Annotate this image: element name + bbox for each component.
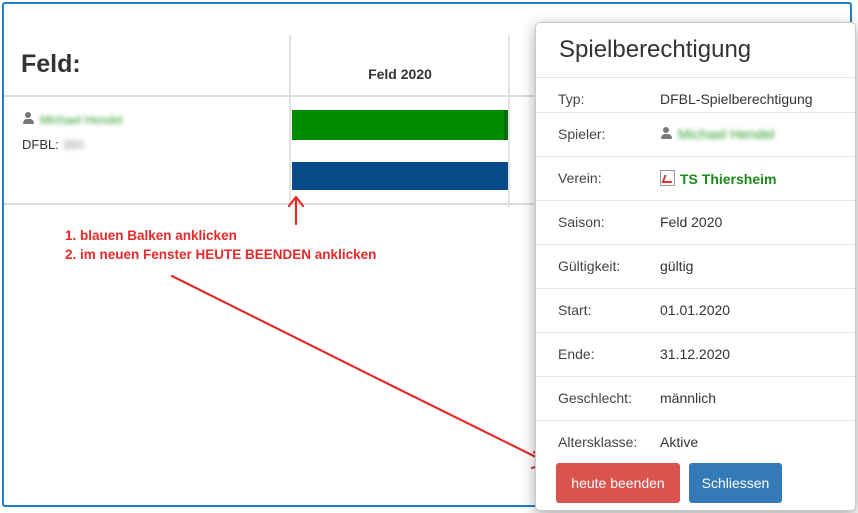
row-label: Ende: — [558, 346, 595, 362]
row-start: Start: 01.01.2020 — [536, 288, 855, 333]
row-value: männlich — [660, 390, 717, 406]
row-label: Altersklasse: — [558, 434, 638, 450]
page-title: Feld: — [21, 50, 81, 78]
row-label: Verein: — [558, 170, 602, 186]
row-value: Feld 2020 — [660, 214, 723, 230]
row-gender: Geschlecht: männlich — [536, 376, 855, 421]
club-link[interactable]: TS Thiersheim — [680, 171, 776, 187]
row-end: Ende: 31.12.2020 — [536, 332, 855, 377]
row-value: Aktive — [660, 434, 699, 450]
club-logo-icon — [660, 170, 675, 186]
dfbl-label: DFBL: — [22, 137, 59, 152]
row-label: Gültigkeit: — [558, 258, 621, 274]
row-club: Verein: TS Thiersheim — [536, 156, 855, 201]
row-label: Geschlecht: — [558, 390, 632, 406]
eligibility-dialog: Spielberechtigung Typ: DFBL-Spielberecht… — [535, 22, 856, 511]
dialog-title: Spielberechtigung — [559, 36, 752, 63]
person-icon — [22, 112, 35, 125]
eligibility-bar-green[interactable] — [292, 110, 508, 140]
column-divider — [289, 35, 291, 207]
person-icon — [660, 127, 673, 140]
row-player: Spieler: Michael Hendel — [536, 112, 855, 157]
dfbl-line: DFBL: 360 — [22, 137, 84, 152]
row-label: Start: — [558, 302, 592, 318]
row-value: Michael Hendel — [660, 126, 775, 142]
row-value: 01.01.2020 — [660, 302, 731, 318]
close-button[interactable]: Schliessen — [689, 463, 782, 503]
row-age-class: Altersklasse: Aktive — [536, 420, 855, 465]
column-divider — [508, 35, 510, 207]
end-today-button[interactable]: heute beenden — [556, 463, 680, 503]
row-label: Saison: — [558, 214, 605, 230]
annotation-step-1: 1. blauen Balken anklicken — [65, 228, 237, 243]
dfbl-number: 360 — [62, 137, 85, 152]
row-label: Spieler: — [558, 126, 606, 142]
annotation-step-2: 2. im neuen Fenster HEUTE BEENDEN anklic… — [65, 247, 377, 262]
eligibility-bar-blue[interactable] — [292, 162, 508, 190]
player-name-link[interactable]: Michael Hendel — [40, 113, 123, 127]
player-entry: Michael Hendel — [22, 112, 123, 127]
column-header-season: Feld 2020 — [368, 66, 432, 82]
header-divider — [4, 95, 534, 97]
row-season: Saison: Feld 2020 — [536, 200, 855, 245]
row-label: Typ: — [558, 91, 585, 107]
row-value: TS Thiersheim — [660, 170, 776, 187]
row-value: DFBL-Spielberechtigung — [660, 91, 813, 107]
row-validity: Gültigkeit: gültig — [536, 244, 855, 289]
row-value: gültig — [660, 258, 694, 274]
row-divider — [4, 203, 534, 205]
row-value: 31.12.2020 — [660, 346, 731, 362]
dialog-player-link[interactable]: Michael Hendel — [678, 126, 775, 142]
